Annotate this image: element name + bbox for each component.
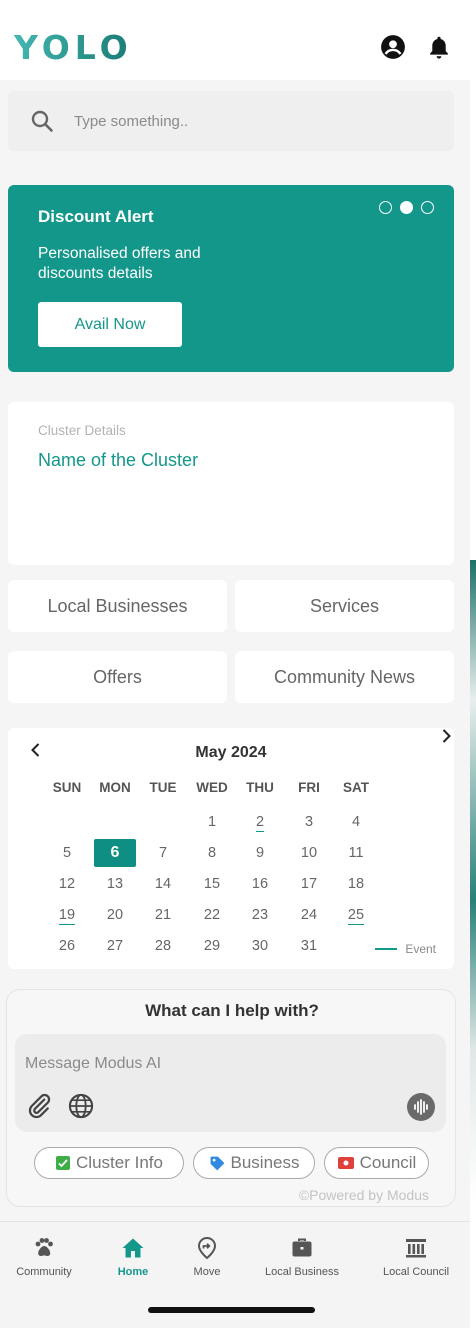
calendar-month-title: May 2024 [195, 744, 267, 761]
calendar-day[interactable]: 14 [138, 871, 188, 897]
discount-banner: Discount Alert Personalised offers and d… [8, 185, 454, 372]
cluster-info-label: Cluster Info [76, 1153, 163, 1172]
app-header: YOLO [0, 0, 470, 80]
search-icon [31, 110, 53, 132]
home-icon [122, 1238, 144, 1258]
carousel-dots [379, 201, 434, 214]
calendar-day[interactable]: 20 [90, 902, 140, 928]
banner-title: Discount Alert [38, 207, 154, 226]
council-label: Council [359, 1153, 417, 1172]
search-input[interactable] [74, 105, 434, 137]
calendar-day[interactable]: 31 [284, 933, 334, 959]
nav-item-community[interactable]: Community [0, 1236, 94, 1278]
nav-label-community: Community [16, 1266, 72, 1278]
weekday-header: WED [196, 780, 228, 795]
cluster-label: Cluster Details [38, 423, 126, 438]
calendar-day[interactable]: 1 [187, 809, 237, 835]
weekday-header: TUE [149, 780, 177, 795]
calendar-legend: Event [375, 942, 436, 956]
search-bar[interactable] [8, 91, 454, 151]
nav-item-local-council[interactable]: Local Council [366, 1236, 466, 1278]
move-pin-icon [197, 1236, 217, 1260]
calendar-day[interactable]: 18 [331, 871, 381, 897]
weekday-header: SUN [52, 780, 82, 795]
event-legend-line [375, 948, 398, 950]
avail-now-button[interactable]: Avail Now [38, 302, 182, 347]
nav-item-move[interactable]: Move [157, 1236, 257, 1278]
carousel-dot[interactable] [421, 201, 434, 214]
calendar-day[interactable]: 15 [187, 871, 237, 897]
paperclip-icon[interactable] [25, 1092, 53, 1120]
calendar-day[interactable]: 21 [138, 902, 188, 928]
calendar-day[interactable]: 3 [284, 809, 334, 835]
council-chip[interactable]: Council [324, 1147, 429, 1179]
calendar-day[interactable]: 8 [187, 840, 237, 866]
business-label: Business [230, 1153, 300, 1172]
weekday-header: SAT [343, 780, 369, 795]
calendar: May 2024 Event SUN MON TUE WED THU FRI SAT 1 2 3 4… [8, 728, 454, 969]
ai-assistant-panel: What can I help with? Cluster Info [6, 989, 456, 1207]
checklist-icon [56, 1156, 71, 1170]
calendar-day-event[interactable]: 19 [42, 902, 92, 928]
account-circle-icon[interactable] [380, 34, 406, 60]
calendar-day[interactable]: 27 [90, 933, 140, 959]
nav-label-move: Move [193, 1266, 221, 1278]
banner-description: Personalised offers and discounts detail… [38, 245, 201, 282]
tag-icon [210, 1156, 224, 1170]
yolo-logo: YOLO [14, 28, 133, 67]
calendar-day[interactable]: 29 [187, 933, 237, 959]
cluster-card[interactable]: Cluster Details Name of the Cluster [8, 402, 454, 565]
voice-input-icon[interactable] [406, 1092, 436, 1122]
calendar-day[interactable]: 13 [90, 871, 140, 897]
bank-icon [406, 1239, 426, 1258]
carousel-dot-active[interactable] [400, 201, 413, 214]
calendar-day[interactable]: 22 [187, 902, 237, 928]
home-indicator [148, 1307, 315, 1313]
weekday-header: THU [246, 780, 274, 795]
offers-button[interactable]: Offers [8, 651, 227, 703]
calendar-day[interactable]: 23 [235, 902, 285, 928]
calendar-day[interactable]: 16 [235, 871, 285, 897]
calendar-day[interactable]: 28 [138, 933, 188, 959]
background-edge [470, 0, 476, 1328]
weekday-header: MON [99, 780, 131, 795]
calendar-day[interactable]: 12 [42, 871, 92, 897]
calendar-day[interactable]: 4 [331, 809, 381, 835]
calendar-day-event[interactable]: 2 [235, 809, 285, 835]
calendar-day[interactable]: 30 [235, 933, 285, 959]
calendar-day[interactable]: 10 [284, 840, 334, 866]
community-news-button[interactable]: Community News [235, 651, 454, 703]
ai-message-input[interactable] [25, 1050, 425, 1078]
carousel-dot[interactable] [379, 201, 392, 214]
ai-message-box[interactable] [15, 1034, 446, 1132]
business-chip[interactable]: Business [193, 1147, 315, 1179]
bell-icon[interactable] [426, 34, 452, 60]
calendar-day[interactable]: 24 [284, 902, 334, 928]
event-legend-label: Event [405, 942, 436, 956]
calendar-day[interactable]: 17 [284, 871, 334, 897]
nav-label-local-business: Local Business [265, 1266, 339, 1278]
chevron-right-icon[interactable] [436, 726, 456, 746]
powered-by-text: ©Powered by Modus [298, 1187, 429, 1203]
calendar-day-selected[interactable]: 6 [94, 839, 136, 867]
nav-item-local-business[interactable]: Local Business [252, 1236, 352, 1278]
council-icon [337, 1157, 354, 1169]
services-button[interactable]: Services [235, 580, 454, 632]
calendar-day[interactable]: 26 [42, 933, 92, 959]
calendar-day[interactable]: 7 [138, 840, 188, 866]
calendar-day-event[interactable]: 25 [331, 902, 381, 928]
nav-label-local-council: Local Council [382, 1266, 450, 1278]
ai-title: What can I help with? [145, 1001, 319, 1020]
calendar-day[interactable]: 11 [331, 840, 381, 866]
local-businesses-button[interactable]: Local Businesses [8, 580, 227, 632]
briefcase-icon [292, 1238, 312, 1257]
globe-icon[interactable] [67, 1092, 95, 1120]
calendar-day[interactable]: 9 [235, 840, 285, 866]
calendar-day[interactable]: 5 [42, 840, 92, 866]
weekday-header: FRI [298, 780, 320, 795]
app-screen: YOLO Discount Alert Personalised offers … [0, 0, 470, 1328]
cluster-name: Name of the Cluster [38, 450, 199, 470]
paw-icon [35, 1238, 53, 1256]
cluster-info-chip[interactable]: Cluster Info [34, 1147, 184, 1179]
